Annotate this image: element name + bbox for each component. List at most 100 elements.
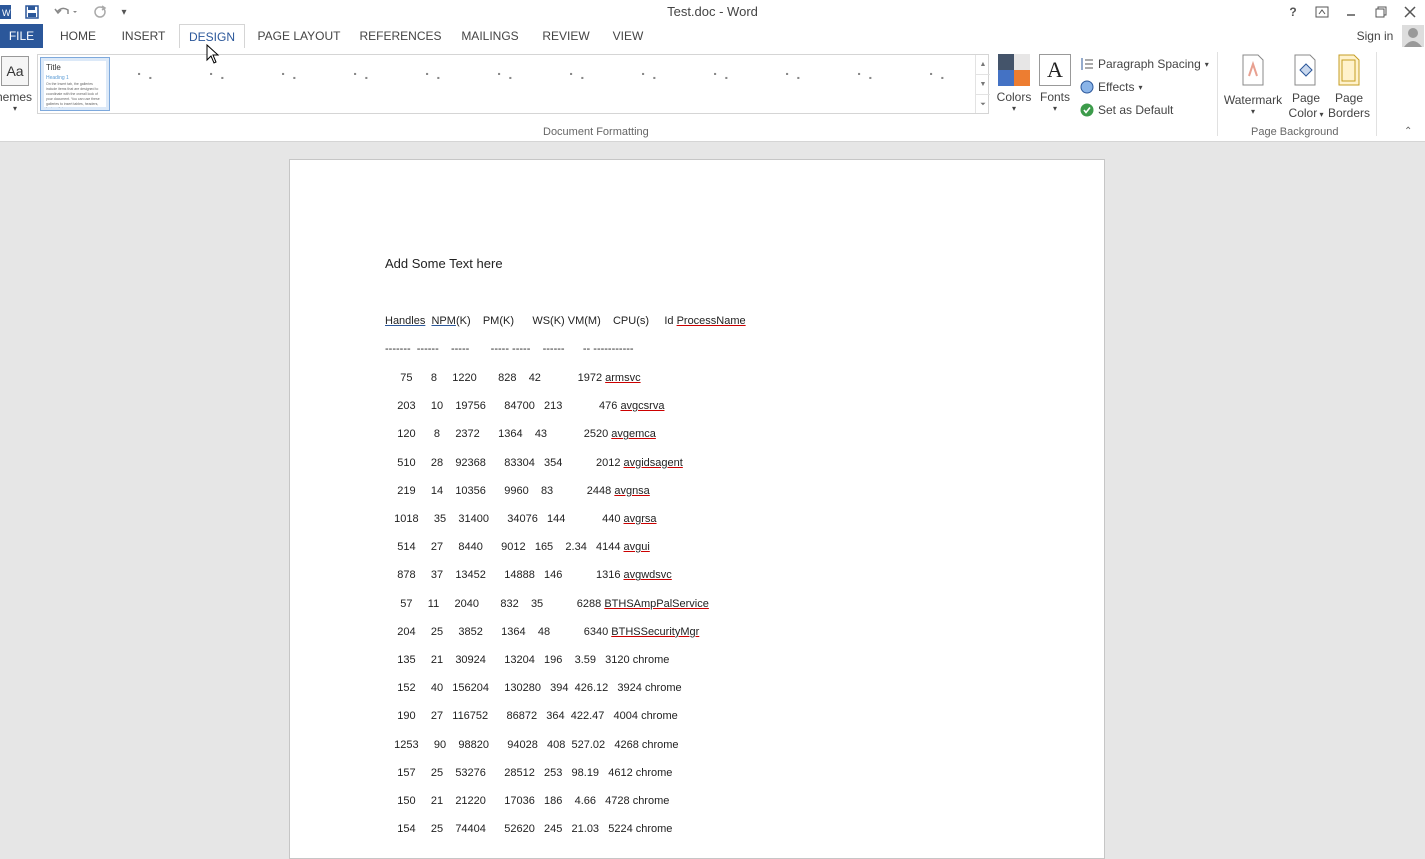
window-title: Test.doc - Word [667,4,758,19]
ribbon-display-icon[interactable] [1313,2,1331,22]
gallery-more-icon[interactable]: ⏷ [976,94,990,114]
style-set-item[interactable]: ⠂⠄ [640,67,663,84]
tab-view[interactable]: VIEW [606,24,650,48]
chevron-down-icon: ▾ [1011,104,1016,113]
table-row: 150 21 21220 17036 186 4.66 4728 chrome [385,795,669,807]
style-set-item[interactable]: ⠂⠄ [424,67,447,84]
group-divider [1376,52,1377,136]
page-borders-button[interactable]: Page Borders [1328,54,1370,124]
row-process-name: avgnsa [614,484,650,497]
row-values: 75 8 1220 828 42 1972 [385,372,606,384]
page-color-icon [1294,54,1316,86]
themes-button[interactable]: Aa hemes ▾ [0,56,32,116]
table-separator: ------- ------ ----- ----- ----- ------ … [385,343,634,355]
effects-icon [1080,80,1094,94]
table-row: 878 37 13452 14888 146 1316 avgwdsvc [385,569,672,581]
watermark-button[interactable]: Watermark ▾ [1222,54,1284,124]
help-icon[interactable]: ? [1284,2,1302,22]
row-process-name: chrome [641,738,679,751]
row-values: 514 27 8440 9012 165 2.34 4144 [385,541,624,554]
table-row: 75 8 1220 828 42 1972 armsvc [385,372,640,384]
page-borders-icon [1338,54,1360,86]
header-npm: NPM [431,315,456,327]
tab-insert[interactable]: INSERT [115,24,172,48]
set-as-default-button[interactable]: Set as Default [1080,101,1173,119]
row-values: 190 27 116752 86872 364 422.47 4004 [385,710,642,723]
paragraph-spacing-button[interactable]: Paragraph Spacing ▾ [1080,55,1209,73]
collapse-ribbon-icon[interactable]: ⌃ [1404,126,1412,137]
row-values: 152 40 156204 130280 394 426.12 3924 [385,682,645,695]
row-values: 510 28 92368 83304 354 2012 [385,456,624,469]
intro-text: Add Some Text here [385,256,503,271]
chevron-down-icon: ▾ [1138,82,1143,92]
fonts-icon: A [1039,54,1071,86]
tab-mailings[interactable]: MAILINGS [454,24,526,48]
style-set-gallery[interactable]: Title Heading 1 On the Insert tab, the g… [37,54,990,114]
header-processname: ProcessName [676,315,746,327]
tab-page-layout[interactable]: PAGE LAYOUT [252,24,346,48]
table-row: 152 40 156204 130280 394 426.12 3924 chr… [385,682,681,695]
minimize-icon[interactable] [1342,2,1360,22]
gallery-scroll: ▲ ▼ ⏷ [975,55,990,113]
group-divider [1217,52,1218,136]
scroll-up-icon[interactable]: ▲ [976,55,990,74]
style-set-item[interactable]: ⠂⠄ [280,67,303,84]
watermark-icon [1242,54,1264,86]
style-set-item[interactable]: ⠂⠄ [496,67,519,84]
style-set-item[interactable]: ⠂⠄ [784,67,807,84]
document-page[interactable]: Add Some Text here Handles NPM(K) PM(K) … [289,159,1105,859]
group-label-page-background: Page Background [1251,126,1339,138]
header-rest: PM(K) WS(K) VM(M) CPU(s) Id [470,315,677,327]
table-row: 190 27 116752 86872 364 422.47 4004 chro… [385,710,678,722]
style-set-item[interactable]: ⠂⠄ [136,67,159,84]
style-set-item[interactable]: ⠂⠄ [352,67,375,84]
row-process-name: BTHSSecurityMgr [611,625,700,638]
colors-icon [998,54,1030,86]
table-row: 120 8 2372 1364 43 2520 avgemca [385,428,656,440]
colors-button[interactable]: Colors ▾ [995,54,1033,120]
style-set-item[interactable]: ⠂⠄ [208,67,231,84]
sign-in-link[interactable]: Sign in [1352,24,1398,48]
row-values: 157 25 53276 28512 253 98.19 4612 [385,766,636,779]
tab-home[interactable]: HOME [52,24,104,48]
row-values: 878 37 13452 14888 146 1316 [385,569,624,582]
style-set-item[interactable]: ⠂⠄ [712,67,735,84]
tab-references[interactable]: REFERENCES [358,24,443,48]
style-set-preview: Title Heading 1 On the Insert tab, the g… [44,61,106,108]
row-process-name: chrome [641,710,678,723]
chevron-down-icon: ▾ [1204,59,1209,69]
row-process-name: chrome [632,654,670,666]
row-values: 57 11 2040 832 35 6288 [385,597,605,610]
style-set-item[interactable]: Title Heading 1 On the Insert tab, the g… [40,57,110,111]
table-row: 1018 35 31400 34076 144 440 avgrsa [385,513,656,525]
row-values: 154 25 74404 52620 245 21.03 5224 [385,823,636,836]
style-set-item[interactable]: ⠂⠄ [856,67,879,84]
header-handles: Handles [385,315,426,327]
close-icon[interactable] [1401,2,1419,22]
paragraph-spacing-icon [1081,58,1093,70]
title-bar: W ▾ Test.doc - Word ? [0,0,1425,24]
page-color-button[interactable]: Page Color ▾ [1286,54,1326,124]
row-values: 219 14 10356 9960 83 2448 [385,484,615,497]
effects-button[interactable]: Effects ▾ [1080,78,1142,96]
row-process-name: chrome [635,823,673,836]
tab-file[interactable]: FILE [0,24,43,48]
group-label-document-formatting: Document Formatting [543,126,649,138]
table-row: 510 28 92368 83304 354 2012 avgidsagent [385,457,683,469]
restore-icon[interactable] [1372,2,1390,22]
row-values: 1253 90 98820 94028 408 527.02 4268 [385,738,642,751]
row-values: 204 25 3852 1364 48 6340 [385,625,612,638]
avatar-icon[interactable] [1402,25,1424,47]
style-set-item[interactable]: ⠂⠄ [928,67,951,84]
row-process-name: avgcsrva [620,400,665,413]
themes-icon: Aa [1,56,29,86]
row-process-name: avgidsagent [623,456,683,469]
tab-review[interactable]: REVIEW [537,24,595,48]
fonts-button[interactable]: A Fonts ▾ [1036,54,1074,120]
style-set-item[interactable]: ⠂⠄ [568,67,591,84]
table-row: 57 11 2040 832 35 6288 BTHSAmpPalService [385,598,709,610]
table-row: 154 25 74404 52620 245 21.03 5224 chrome [385,823,672,835]
chevron-down-icon: ▾ [1317,110,1324,119]
scroll-down-icon[interactable]: ▼ [976,74,990,94]
row-process-name: BTHSAmpPalService [604,597,709,610]
